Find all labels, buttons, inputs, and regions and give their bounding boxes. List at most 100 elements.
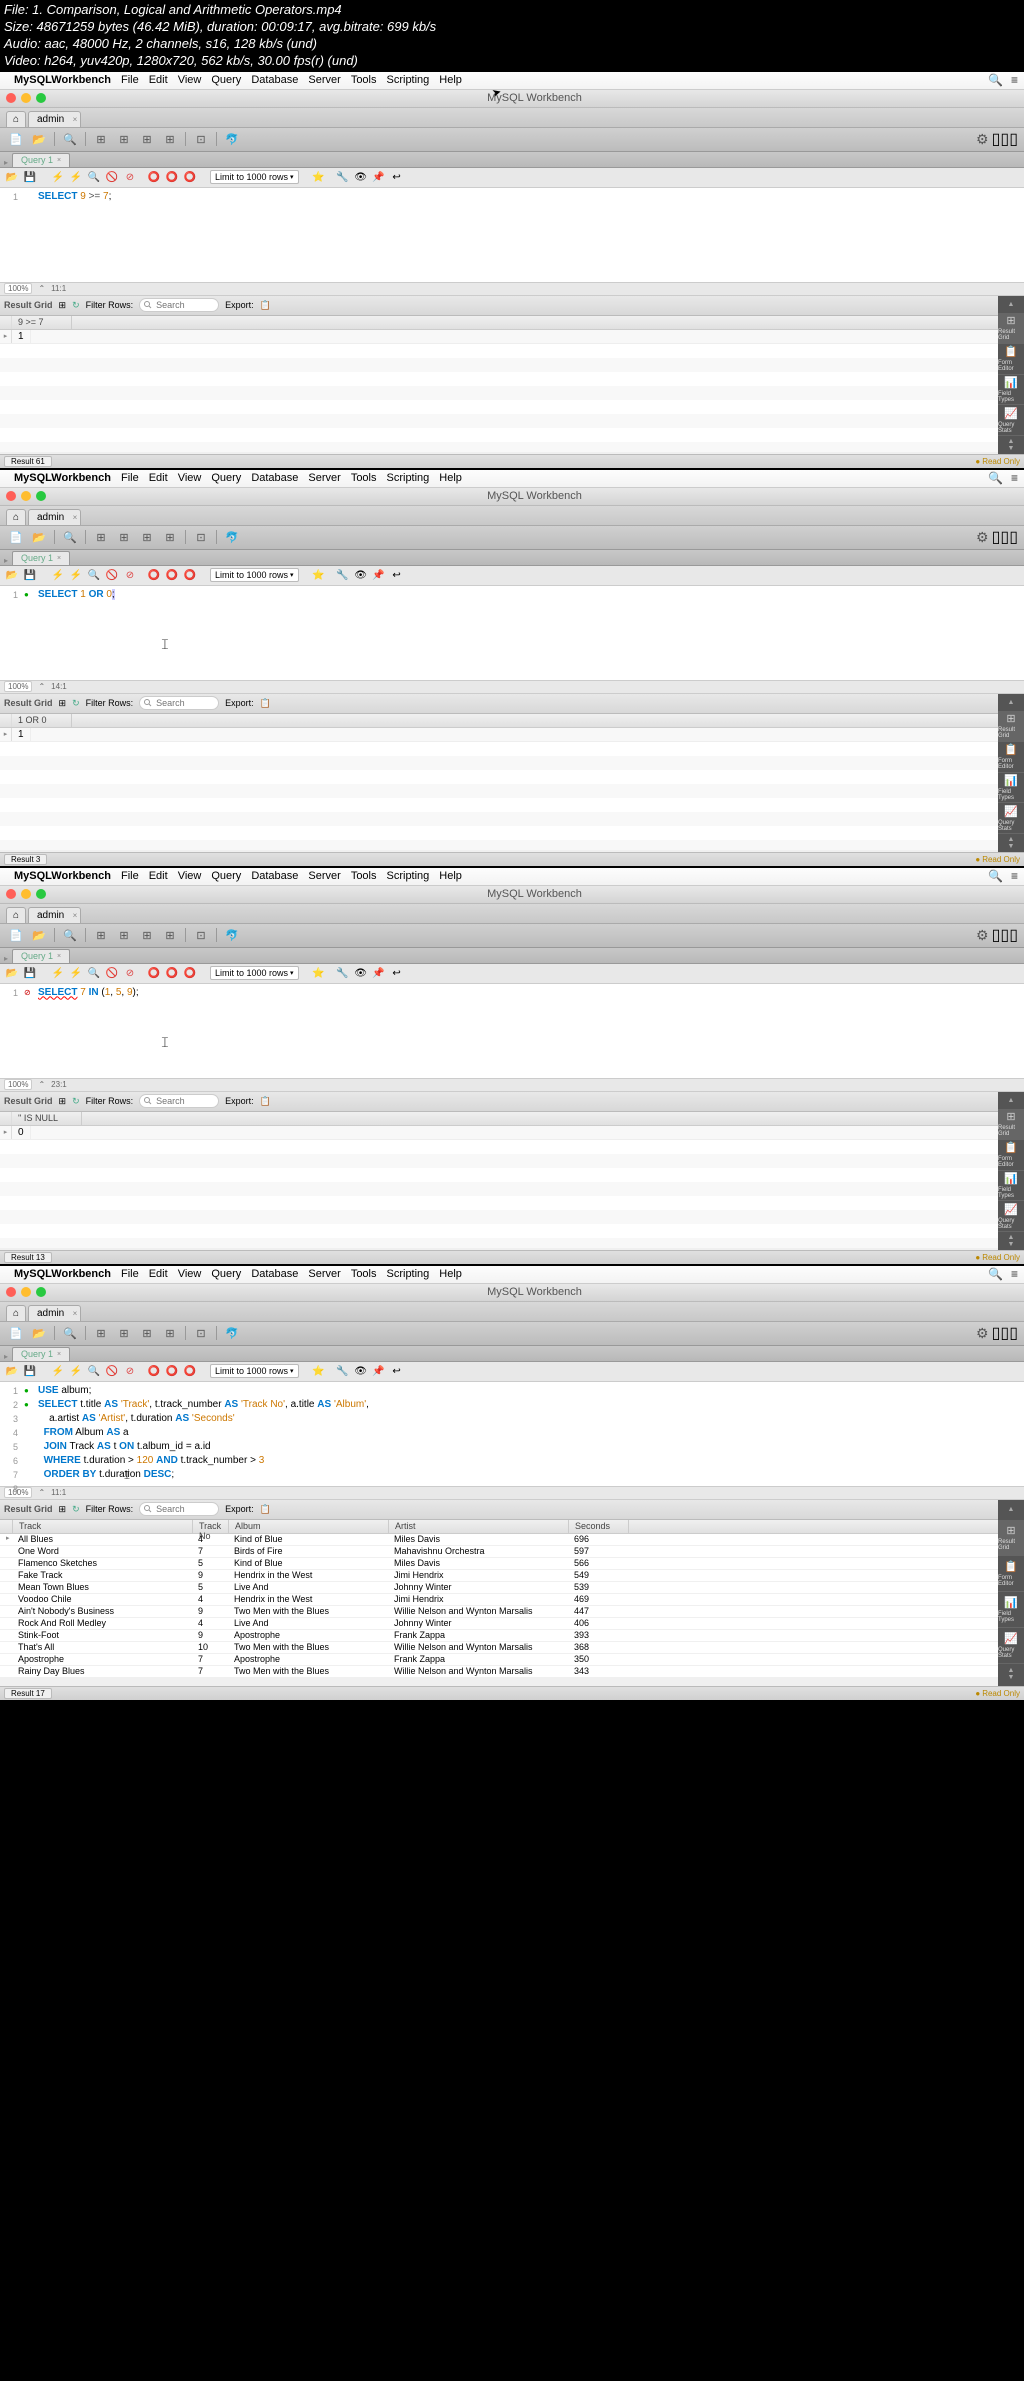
menu-icon[interactable]: ≡ bbox=[1011, 1267, 1018, 1281]
save-file-icon[interactable]: 💾 bbox=[22, 965, 38, 981]
side-tab-types[interactable]: 📊Field Types bbox=[998, 773, 1024, 804]
result-grid[interactable]: '' IS NULL ▸ 0 bbox=[0, 1112, 1024, 1248]
wrap-icon[interactable]: ↩ bbox=[389, 169, 405, 185]
close-window-button[interactable] bbox=[6, 491, 16, 501]
panel-toggle-icon[interactable]: ▯▯▯ bbox=[992, 129, 1018, 149]
result-cell[interactable]: 4 bbox=[192, 1534, 228, 1545]
pin-icon[interactable]: 📌 bbox=[371, 1363, 387, 1379]
column-header[interactable]: Track bbox=[13, 1520, 193, 1533]
result-grid[interactable]: Track Track No Album Artist Seconds ▸ Al… bbox=[0, 1520, 1024, 1678]
open-file-icon[interactable]: 📂 bbox=[4, 965, 20, 981]
filter-input[interactable] bbox=[139, 1094, 219, 1108]
result-cell[interactable]: Hendrix in the West bbox=[228, 1570, 388, 1581]
query-tab[interactable]: Query 1× bbox=[12, 1347, 70, 1361]
result-cell[interactable]: 368 bbox=[568, 1642, 628, 1653]
explain-icon[interactable]: 🔍 bbox=[86, 567, 102, 583]
result-cell[interactable]: Apostrophe bbox=[228, 1630, 388, 1641]
refresh-icon[interactable]: ↻ bbox=[72, 698, 80, 709]
result-cell[interactable]: 7 bbox=[192, 1666, 228, 1677]
autocommit-icon[interactable]: ⭕ bbox=[182, 1363, 198, 1379]
save-file-icon[interactable]: 💾 bbox=[22, 169, 38, 185]
table-row[interactable]: Stink-Foot 9 Apostrophe Frank Zappa 393 bbox=[0, 1630, 1024, 1642]
side-tab-grid[interactable]: ⊞Result Grid bbox=[998, 711, 1024, 742]
result-cell[interactable]: 597 bbox=[568, 1546, 628, 1557]
side-tab-grid[interactable]: ⊞Result Grid bbox=[998, 313, 1024, 344]
menu-view[interactable]: View bbox=[178, 1268, 202, 1280]
dolphin-icon[interactable]: 🐬 bbox=[222, 130, 242, 148]
expand-icon[interactable]: ▸ bbox=[4, 1352, 8, 1361]
open-sql-icon[interactable]: 📂 bbox=[29, 926, 49, 944]
gear-icon[interactable]: ⚙ bbox=[976, 529, 989, 546]
result-tab[interactable]: Result 13 bbox=[4, 1252, 52, 1263]
stop-icon[interactable]: 🚫 bbox=[104, 1363, 120, 1379]
menu-icon[interactable]: ≡ bbox=[1011, 869, 1018, 883]
connection-tab[interactable]: admin× bbox=[28, 907, 81, 923]
result-tab[interactable]: Result 17 bbox=[4, 1688, 52, 1699]
side-tab-types[interactable]: 📊Field Types bbox=[998, 1592, 1024, 1628]
sql-editor[interactable]: 1●USE album; 2●SELECT t.title AS 'Track'… bbox=[0, 1382, 1024, 1486]
spotlight-icon[interactable]: 🔍 bbox=[988, 1267, 1003, 1281]
wrap-icon[interactable]: ↩ bbox=[389, 1363, 405, 1379]
zoom-window-button[interactable] bbox=[36, 491, 46, 501]
autocommit-icon[interactable]: ⭕ bbox=[182, 965, 198, 981]
menu-tools[interactable]: Tools bbox=[351, 1268, 377, 1280]
side-tab-stats[interactable]: 📈Query Stats bbox=[998, 1201, 1024, 1232]
execute-icon[interactable]: ⚡ bbox=[50, 169, 66, 185]
query-tab[interactable]: Query 1× bbox=[12, 551, 70, 565]
export-icon[interactable]: 📋 bbox=[260, 300, 271, 311]
table-row[interactable]: Rainy Day Blues 7 Two Men with the Blues… bbox=[0, 1666, 1024, 1678]
stop-icon[interactable]: ⊘ bbox=[122, 567, 138, 583]
home-tab[interactable]: ⌂ bbox=[6, 509, 26, 525]
menu-help[interactable]: Help bbox=[439, 870, 462, 882]
result-cell[interactable]: 7 bbox=[192, 1546, 228, 1557]
new-sql-tab-icon[interactable]: 📄 bbox=[6, 130, 26, 148]
table-row[interactable]: Flamenco Sketches 5 Kind of Blue Miles D… bbox=[0, 1558, 1024, 1570]
menu-server[interactable]: Server bbox=[308, 1268, 340, 1280]
result-cell[interactable]: Mean Town Blues bbox=[12, 1582, 192, 1593]
explain-icon[interactable]: 🔍 bbox=[86, 1363, 102, 1379]
expand-icon[interactable]: ▸ bbox=[4, 556, 8, 565]
dolphin-icon[interactable]: 🐬 bbox=[222, 528, 242, 546]
pin-icon[interactable]: 📌 bbox=[371, 567, 387, 583]
rollback-icon[interactable]: ⭕ bbox=[164, 567, 180, 583]
side-tab-form[interactable]: 📋Form Editor bbox=[998, 1140, 1024, 1171]
result-cell[interactable]: Willie Nelson and Wynton Marsalis bbox=[388, 1666, 568, 1677]
db-icon[interactable]: ⊞ bbox=[160, 528, 180, 546]
inspector-icon[interactable]: 🔍 bbox=[60, 130, 80, 148]
close-icon[interactable]: × bbox=[57, 1351, 61, 1358]
menu-icon[interactable]: ≡ bbox=[1011, 471, 1018, 485]
result-cell[interactable]: 469 bbox=[568, 1594, 628, 1605]
grid-icon[interactable]: ⊞ bbox=[59, 1504, 67, 1515]
zoom-level[interactable]: 100% bbox=[4, 1079, 32, 1090]
result-cell[interactable]: 4 bbox=[192, 1594, 228, 1605]
side-tab-form[interactable]: 📋Form Editor bbox=[998, 344, 1024, 375]
sql-editor[interactable]: 1 SELECT 9 >= 7; bbox=[0, 188, 1024, 282]
result-cell[interactable]: Hendrix in the West bbox=[228, 1594, 388, 1605]
result-cell[interactable]: 9 bbox=[192, 1570, 228, 1581]
wrap-icon[interactable]: ↩ bbox=[389, 567, 405, 583]
menu-file[interactable]: File bbox=[121, 1268, 139, 1280]
close-window-button[interactable] bbox=[6, 1287, 16, 1297]
result-cell[interactable]: Jimi Hendrix bbox=[388, 1594, 568, 1605]
result-cell[interactable]: 4 bbox=[192, 1618, 228, 1629]
side-tab-stats[interactable]: 📈Query Stats bbox=[998, 1628, 1024, 1664]
column-header[interactable]: Track No bbox=[193, 1520, 229, 1533]
result-cell[interactable]: Rainy Day Blues bbox=[12, 1666, 192, 1677]
row-marker[interactable]: ▸ bbox=[0, 330, 12, 343]
result-cell[interactable]: 9 bbox=[192, 1606, 228, 1617]
db-icon[interactable]: ⊞ bbox=[91, 130, 111, 148]
result-cell[interactable]: Jimi Hendrix bbox=[388, 1570, 568, 1581]
menu-help[interactable]: Help bbox=[439, 74, 462, 86]
result-cell[interactable]: Flamenco Sketches bbox=[12, 1558, 192, 1569]
sql-editor[interactable]: 1● SELECT 1 OR 0; 𝙸 bbox=[0, 586, 1024, 680]
close-icon[interactable]: × bbox=[57, 157, 61, 164]
side-tab-types[interactable]: 📊Field Types bbox=[998, 1171, 1024, 1202]
result-cell[interactable]: Two Men with the Blues bbox=[228, 1642, 388, 1653]
home-tab[interactable]: ⌂ bbox=[6, 1305, 26, 1321]
column-header[interactable]: 9 >= 7 bbox=[12, 316, 72, 329]
export-icon[interactable]: 📋 bbox=[260, 1504, 271, 1515]
column-header[interactable]: 1 OR 0 bbox=[12, 714, 72, 727]
menu-edit[interactable]: Edit bbox=[149, 870, 168, 882]
inspector-icon[interactable]: 🔍 bbox=[60, 1324, 80, 1342]
db-icon[interactable]: ⊞ bbox=[91, 528, 111, 546]
